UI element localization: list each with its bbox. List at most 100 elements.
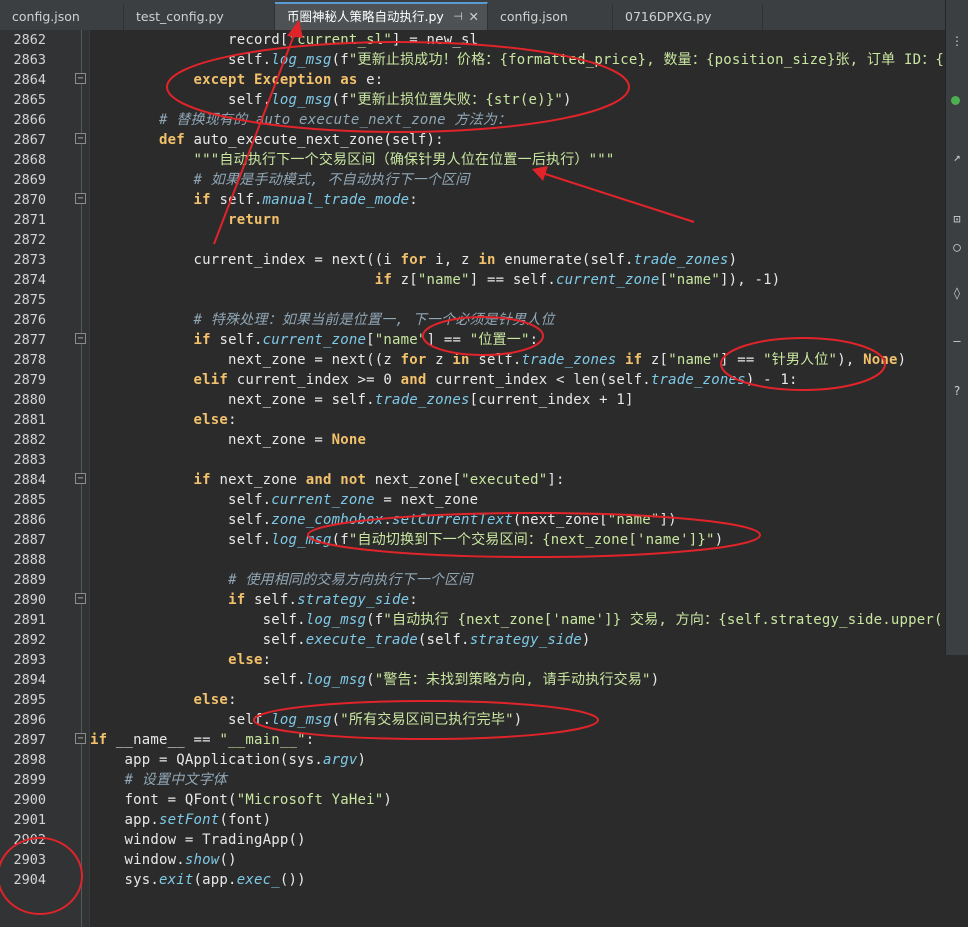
- code-line[interactable]: record["current_sl"] = new_sl: [90, 30, 951, 50]
- code-line[interactable]: self.log_msg(f"更新止损成功！价格：{formatted_pric…: [90, 50, 951, 70]
- line-number: 2899: [13, 772, 46, 788]
- line-number: 2878: [13, 352, 46, 368]
- code-line[interactable]: self.current_zone = next_zone: [90, 490, 951, 510]
- code-line[interactable]: font = QFont("Microsoft YaHei"): [90, 790, 951, 810]
- code-line[interactable]: # 如果是手动模式, 不自动执行下一个区间: [90, 170, 951, 190]
- tab-label: test_config.py: [136, 9, 224, 24]
- line-number: 2880: [13, 392, 46, 408]
- line-number: 2895: [13, 692, 46, 708]
- code-line[interactable]: self.log_msg("所有交易区间已执行完毕"): [90, 710, 951, 730]
- line-number-gutter: 2862 2863 2864 2865 2866 2867 2868 2869 2870 2871…: [0, 30, 90, 927]
- line-number: 2862: [13, 32, 46, 48]
- line-number: 2889: [13, 572, 46, 588]
- circle-icon[interactable]: ◯: [950, 240, 964, 254]
- line-number: 2863: [13, 52, 46, 68]
- code-editor[interactable]: record["current_sl"] = new_sl self.log_m…: [90, 30, 968, 927]
- code-line[interactable]: return: [90, 210, 951, 230]
- code-line[interactable]: window = TradingApp(): [90, 830, 951, 850]
- right-side-panel: ⋮ ↗ ⊡ ◯ ◊ – ?: [945, 0, 968, 655]
- code-line[interactable]: # 替换现有的 auto_execute_next_zone 方法为：: [90, 110, 951, 130]
- code-line[interactable]: # 特殊处理：如果当前是位置一, 下一个必须是针男人位: [90, 310, 951, 330]
- line-number: 2903: [13, 852, 46, 868]
- fold-toggle-icon[interactable]: −: [75, 473, 86, 484]
- line-number: 2870: [13, 192, 46, 208]
- code-line[interactable]: self.log_msg(f"更新止损位置失败：{str(e)}"): [90, 90, 951, 110]
- line-number: 2883: [13, 452, 46, 468]
- code-line[interactable]: ​: [90, 230, 951, 250]
- code-line[interactable]: window.show(): [90, 850, 951, 870]
- code-lines: record["current_sl"] = new_sl self.log_m…: [90, 30, 951, 890]
- help-icon[interactable]: ?: [950, 384, 964, 398]
- code-line[interactable]: ​: [90, 450, 951, 470]
- code-line[interactable]: current_index = next((i for i, z in enum…: [90, 250, 951, 270]
- fold-toggle-icon[interactable]: −: [75, 333, 86, 344]
- code-line[interactable]: next_zone = next((z for z in self.trade_…: [90, 350, 951, 370]
- line-number: 2873: [13, 252, 46, 268]
- code-line[interactable]: elif current_index >= 0 and current_inde…: [90, 370, 951, 390]
- code-line[interactable]: self.log_msg(f"自动切换到下一个交易区间：{next_zone['…: [90, 530, 951, 550]
- dash-icon[interactable]: –: [950, 334, 964, 348]
- code-line[interactable]: """自动执行下一个交易区间（确保针男人位在位置一后执行）""": [90, 150, 951, 170]
- line-number: 2879: [13, 372, 46, 388]
- arrow-icon[interactable]: ↗: [950, 150, 964, 164]
- code-line[interactable]: if self.current_zone["name"] == "位置一":: [90, 330, 951, 350]
- code-line[interactable]: # 使用相同的交易方向执行下一个区间: [90, 570, 951, 590]
- shield-icon[interactable]: ◊: [950, 286, 964, 300]
- code-line[interactable]: if self.manual_trade_mode:: [90, 190, 951, 210]
- editor-tab-bar: config.json test_config.py 币圈神秘人策略自动执行.p…: [0, 0, 968, 31]
- line-number: 2881: [13, 412, 46, 428]
- line-number: 2892: [13, 632, 46, 648]
- line-number: 2867: [13, 132, 46, 148]
- fold-toggle-icon[interactable]: −: [75, 73, 86, 84]
- code-line[interactable]: self.zone_combobox.setCurrentText(next_z…: [90, 510, 951, 530]
- status-dot-icon: [951, 96, 960, 105]
- tab-strategy-auto-execute-py[interactable]: 币圈神秘人策略自动执行.py ⊣ ✕: [275, 2, 488, 30]
- line-number: 2882: [13, 432, 46, 448]
- code-line[interactable]: except Exception as e:: [90, 70, 951, 90]
- fold-toggle-icon[interactable]: −: [75, 193, 86, 204]
- close-icon[interactable]: ✕: [469, 4, 479, 30]
- code-line[interactable]: else:: [90, 650, 951, 670]
- menu-icon[interactable]: ⋮: [950, 34, 964, 48]
- tab-label: 0716DPXG.py: [625, 9, 712, 24]
- line-number: 2885: [13, 492, 46, 508]
- code-line[interactable]: ​: [90, 290, 951, 310]
- code-line[interactable]: # 设置中文字体: [90, 770, 951, 790]
- lock-icon[interactable]: ⊡: [950, 212, 964, 226]
- code-line[interactable]: if __name__ == "__main__":: [90, 730, 951, 750]
- line-number: 2901: [13, 812, 46, 828]
- code-line[interactable]: if self.strategy_side:: [90, 590, 951, 610]
- fold-toggle-icon[interactable]: −: [75, 733, 86, 744]
- pin-icon[interactable]: ⊣: [453, 4, 463, 30]
- line-number: 2866: [13, 112, 46, 128]
- code-line[interactable]: self.log_msg(f"自动执行 {next_zone['name']} …: [90, 610, 952, 630]
- code-line[interactable]: if next_zone and not next_zone["executed…: [90, 470, 951, 490]
- tab-config-json-1[interactable]: config.json: [0, 4, 124, 30]
- code-line[interactable]: if z["name"] == self.current_zone["name"…: [90, 270, 951, 290]
- tab-label: config.json: [12, 9, 80, 24]
- line-number: 2890: [13, 592, 46, 608]
- line-number: 2868: [13, 152, 46, 168]
- code-line[interactable]: sys.exit(app.exec_()): [90, 870, 951, 890]
- code-line[interactable]: self.execute_trade(self.strategy_side): [90, 630, 951, 650]
- line-number: 2891: [13, 612, 46, 628]
- code-line[interactable]: next_zone = None: [90, 430, 951, 450]
- code-line[interactable]: app.setFont(font): [90, 810, 951, 830]
- code-line[interactable]: app = QApplication(sys.argv): [90, 750, 951, 770]
- code-line[interactable]: else:: [90, 410, 951, 430]
- tab-0716dpxg-py[interactable]: 0716DPXG.py: [613, 4, 763, 30]
- line-number: 2904: [13, 872, 46, 888]
- tab-test-config-py[interactable]: test_config.py: [124, 4, 275, 30]
- code-line[interactable]: next_zone = self.trade_zones[current_ind…: [90, 390, 951, 410]
- code-line[interactable]: def auto_execute_next_zone(self):: [90, 130, 951, 150]
- code-line[interactable]: self.log_msg("警告：未找到策略方向, 请手动执行交易"): [90, 670, 951, 690]
- line-number: 2869: [13, 172, 46, 188]
- line-number: 2871: [13, 212, 46, 228]
- fold-toggle-icon[interactable]: −: [75, 593, 86, 604]
- fold-toggle-icon[interactable]: −: [75, 133, 86, 144]
- line-number: 2877: [13, 332, 46, 348]
- tab-config-json-2[interactable]: config.json: [488, 4, 613, 30]
- code-line[interactable]: ​: [90, 550, 951, 570]
- code-line[interactable]: else:: [90, 690, 951, 710]
- line-number: 2886: [13, 512, 46, 528]
